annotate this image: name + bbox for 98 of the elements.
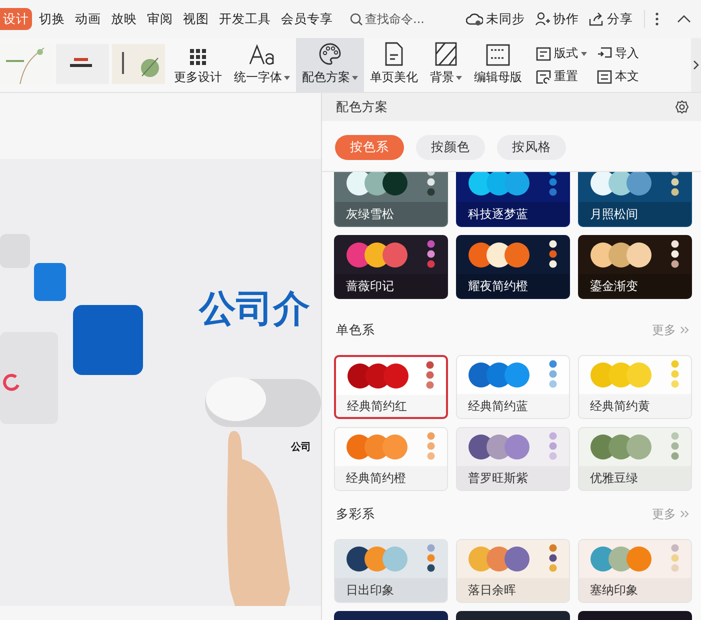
color-scheme-card[interactable]: 科技逐梦蓝 [456,172,570,227]
ribbon-button[interactable]: 更多设计 [168,38,228,92]
caret-icon [284,76,290,80]
color-scheme-card[interactable]: 落日余晖 [456,539,570,603]
color-swatch-icon [346,434,408,460]
color-scheme-card[interactable]: 灰绿雪松 [334,172,448,227]
color-swatch-icon [346,546,408,572]
search-field[interactable]: 查找命令... [350,12,456,26]
color-dots-icon [671,172,679,198]
chevron-right-icon [680,326,689,334]
color-dots-icon [427,544,435,574]
color-dots-icon [427,432,435,462]
reset-icon [536,70,551,84]
menu-tab[interactable]: 切换 [36,8,68,30]
section-title: 单色系 [336,322,375,338]
ribbon-button[interactable]: 本文 [595,65,641,88]
layout-icon [536,46,551,60]
document-icon [597,70,612,84]
color-dots-icon [671,360,679,390]
collapse-icon[interactable] [675,13,693,25]
tile-shape [73,305,143,375]
color-swatch-icon [590,242,652,268]
color-dots-icon [671,240,679,270]
color-scheme-card[interactable]: 日出印象 [334,539,448,603]
menu-tab[interactable]: 视图 [180,8,212,30]
section-title: 多彩系 [336,506,375,522]
color-dots-icon [549,544,557,574]
palette-icon [318,42,342,66]
filter-chip[interactable]: 按风格 [497,135,566,160]
chevron-right-icon [680,510,689,518]
color-scheme-card[interactable]: 经典简约蓝 [456,355,570,419]
toolbar-button[interactable]: 分享 [586,10,636,28]
ribbon-button[interactable]: 编辑母版 [468,38,528,92]
color-dots-icon [426,361,434,391]
color-swatch-icon [590,172,652,196]
ribbon-button[interactable]: 导入 [595,42,641,65]
ribbon-button[interactable]: 配色方案 [296,38,364,92]
caret-icon [456,76,462,80]
background-icon [435,42,457,66]
toolbar-button[interactable]: 协作 [532,10,582,28]
font-icon [248,44,276,66]
color-swatch-icon [590,362,652,388]
color-scheme-card[interactable]: 优雅豆绿 [578,427,692,491]
color-swatch-icon [346,242,408,268]
color-scheme-card[interactable]: 月照松间 [578,172,692,227]
slide-subtitle: 公司 [291,440,311,454]
ribbon-button[interactable]: 背景 [424,38,468,92]
settings-icon[interactable] [673,98,691,116]
ribbon-button[interactable]: 单页美化 [364,38,424,92]
color-swatch-icon [468,172,530,196]
color-swatch-icon [590,546,652,572]
filter-chip[interactable]: 按颜色 [416,135,485,160]
color-scheme-card[interactable]: 普罗旺斯紫 [456,427,570,491]
menu-tab[interactable]: 开发工具 [216,8,274,30]
color-scheme-card[interactable]: 耀夜简约橙 [456,235,570,299]
color-swatch-icon [468,242,530,268]
menu-tab[interactable]: 放映 [108,8,140,30]
color-scheme-card[interactable]: 经典简约黄 [578,355,692,419]
menu-tab[interactable]: 审阅 [144,8,176,30]
search-icon [350,12,363,26]
menu-tab[interactable]: 会员专享 [278,8,336,30]
caret-icon [581,52,587,56]
color-swatch-icon [347,363,409,389]
cloud-icon [466,12,484,26]
color-dots-icon [671,544,679,574]
person-icon [535,12,550,26]
color-swatch-icon [590,434,652,460]
caret-icon [352,76,358,80]
color-scheme-card[interactable]: 蔷薇印记 [334,235,448,299]
panel-title: 配色方案 [336,98,388,116]
color-dots-icon [549,360,557,390]
color-swatch-icon [468,434,530,460]
more-icon[interactable] [653,10,661,28]
tile-shape [34,263,66,301]
color-scheme-card[interactable]: 经典简约橙 [334,427,448,491]
ribbon-button[interactable]: 版式 [534,42,589,65]
color-dots-icon [549,172,557,198]
color-dots-icon [549,240,557,270]
menu-tab[interactable]: 动画 [72,8,104,30]
color-swatch-icon [468,546,530,572]
color-dots-icon [427,240,435,270]
import-icon [597,46,612,60]
color-swatch-icon [346,172,408,196]
slide-title: 公司介 [199,286,310,332]
color-dots-icon [671,432,679,462]
color-scheme-card[interactable]: 塞纳印象 [578,539,692,603]
color-swatch-icon [468,362,530,388]
ribbon-button[interactable]: 统一字体 [228,38,296,92]
share-icon [589,12,604,26]
color-scheme-card[interactable]: 鎏金渐变 [578,235,692,299]
toolbar-button[interactable]: 未同步 [463,10,528,28]
ribbon-button[interactable]: 重置 [534,65,589,88]
slide-master-icon [486,44,510,66]
chevron-right-icon[interactable] [691,38,701,92]
color-scheme-card[interactable]: 经典简约红 [334,355,448,419]
color-dots-icon [549,432,557,462]
page-icon [384,42,404,66]
grid-icon [189,48,207,66]
